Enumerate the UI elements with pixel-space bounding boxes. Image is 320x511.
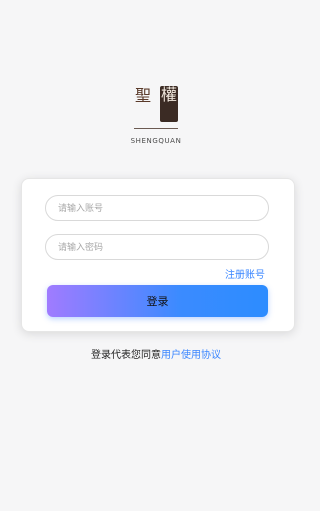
- logo-divider: [134, 128, 178, 129]
- login-button[interactable]: 登录: [47, 285, 268, 317]
- user-agreement-link[interactable]: 用户使用协议: [161, 350, 221, 361]
- agreement-prefix: 登录代表您同意: [91, 350, 161, 361]
- password-input[interactable]: [45, 234, 269, 260]
- account-input[interactable]: [45, 195, 269, 221]
- agreement-text: 登录代表您同意用户使用协议: [0, 346, 312, 361]
- brand-name: SHENGQUAN: [130, 137, 182, 145]
- logo-right-glyph: 權: [160, 86, 178, 122]
- logo: 聖 權 SHENGQUAN: [0, 86, 312, 146]
- login-card: 注册账号 登录: [21, 178, 295, 332]
- logo-left-glyph: 聖: [134, 86, 151, 105]
- register-link[interactable]: 注册账号: [225, 266, 265, 281]
- logo-mark: 聖 權: [134, 86, 178, 126]
